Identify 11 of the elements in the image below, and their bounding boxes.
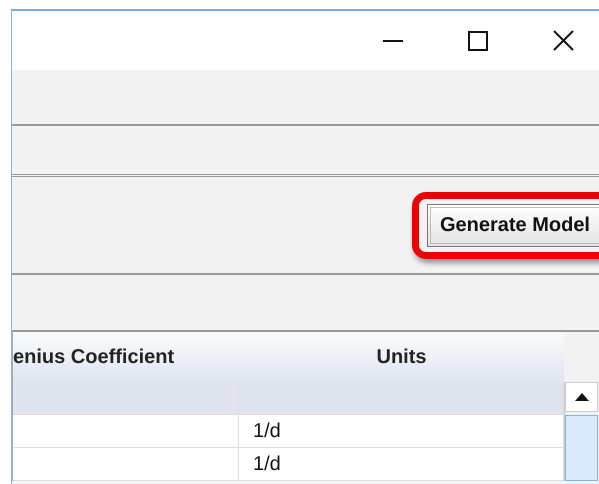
maximize-icon bbox=[468, 30, 488, 50]
close-icon bbox=[552, 30, 574, 51]
column-header[interactable]: Units bbox=[239, 332, 564, 382]
table-cell: 1/d bbox=[239, 448, 564, 481]
up-arrow-icon bbox=[574, 393, 588, 401]
minimize-icon bbox=[383, 40, 403, 42]
scroll-up-button[interactable] bbox=[565, 382, 598, 412]
column-header[interactable]: enius Coefficient bbox=[13, 332, 239, 382]
generate-model-button[interactable]: Generate Model bbox=[426, 204, 599, 246]
table-cell: 1/d bbox=[239, 415, 564, 448]
scrollbar-thumb[interactable] bbox=[565, 415, 598, 481]
